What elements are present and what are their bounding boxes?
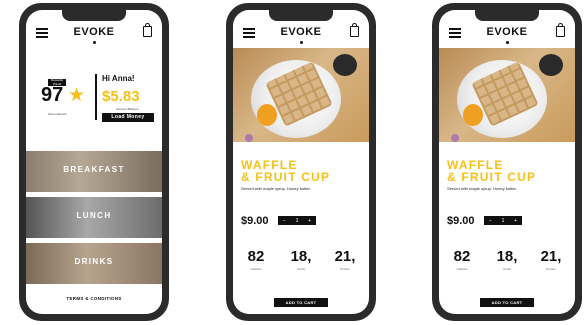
berries (539, 54, 563, 76)
load-money-button[interactable]: Load Money (102, 113, 154, 122)
stat-carbs: 18, Carbs (290, 248, 312, 271)
logo-dot (300, 41, 303, 44)
flower (245, 134, 253, 142)
quantity-stepper[interactable]: − 1 + (278, 216, 316, 225)
qty-minus-button[interactable]: − (489, 218, 492, 224)
phone-product: EVOKE WAFFLE & FRUIT CUP Served with mapl… (226, 3, 376, 321)
shopping-bag-icon[interactable] (350, 23, 359, 37)
app-header: EVOKE (26, 23, 162, 44)
orange-slice (257, 104, 277, 126)
hamburger-menu-icon[interactable] (449, 28, 461, 38)
qty-minus-button[interactable]: − (283, 218, 286, 224)
stat-carbs: 18, Carbs (496, 248, 518, 271)
hamburger-menu-icon[interactable] (243, 28, 255, 38)
shopping-bag-icon[interactable] (556, 23, 565, 37)
category-lunch[interactable]: LUNCH (26, 197, 162, 238)
product-title: WAFFLE & FRUIT CUP (447, 158, 537, 184)
flower (451, 134, 459, 142)
category-label: DRINKS (74, 257, 114, 266)
stat-protein: 21, Protein (334, 248, 356, 271)
add-to-cart-button[interactable]: ADD TO CART (480, 298, 534, 307)
orange-slice (463, 104, 483, 126)
score-label: Score Earned (48, 112, 67, 116)
notch (475, 10, 539, 21)
qty-plus-button[interactable]: + (308, 218, 311, 224)
notch (269, 10, 333, 21)
product-screen: EVOKE WAFFLE & FRUIT CUP Served with mapl… (233, 10, 369, 314)
qty-plus-button[interactable]: + (514, 218, 517, 224)
stat-calories: 82 Calories (247, 248, 265, 271)
product-photo (233, 48, 369, 142)
phone-home: EVOKE Rewards Points 97 ★ Score Earned H… (19, 3, 169, 321)
product-description: Served with maple syrup. Honey butter. (447, 186, 517, 191)
qty-value: 1 (501, 217, 505, 224)
brand-logo: EVOKE (280, 26, 322, 38)
qty-value: 1 (295, 217, 299, 224)
product-description: Served with maple syrup. Honey butter. (241, 186, 311, 191)
brand-logo: EVOKE (73, 26, 115, 38)
product-price: $9.00 (447, 215, 475, 227)
quantity-stepper[interactable]: − 1 + (484, 216, 522, 225)
berries (333, 54, 357, 76)
account-balance: $5.83 (102, 88, 140, 105)
stat-calories: 82 Calories (453, 248, 471, 271)
balance-label: Account Balance (116, 107, 139, 111)
terms-link[interactable]: TERMS & CONDITIONS (26, 296, 162, 301)
category-breakfast[interactable]: BREAKFAST (26, 151, 162, 192)
app-header: EVOKE (233, 23, 369, 44)
greeting: Hi Anna! (102, 74, 135, 83)
app-header: EVOKE (439, 23, 575, 44)
phone-product-2: EVOKE WAFFLE & FRUIT CUP Served with mapl… (432, 3, 582, 321)
logo-dot (506, 41, 509, 44)
category-drinks[interactable]: DRINKS (26, 243, 162, 284)
stat-protein: 21, Protein (540, 248, 562, 271)
notch (62, 10, 126, 21)
category-label: LUNCH (76, 211, 112, 220)
brand-logo: EVOKE (486, 26, 528, 38)
add-to-cart-button[interactable]: ADD TO CART (274, 298, 328, 307)
product-photo (439, 48, 575, 142)
product-price: $9.00 (241, 215, 269, 227)
product-title: WAFFLE & FRUIT CUP (241, 158, 331, 184)
hamburger-menu-icon[interactable] (36, 28, 48, 38)
logo-dot (93, 41, 96, 44)
star-icon: ★ (68, 85, 86, 106)
shopping-bag-icon[interactable] (143, 23, 152, 37)
category-label: BREAKFAST (63, 165, 125, 174)
score-value: 97 (41, 84, 64, 106)
product-screen: EVOKE WAFFLE & FRUIT CUP Served with mapl… (439, 10, 575, 314)
divider (95, 74, 97, 120)
home-screen: EVOKE Rewards Points 97 ★ Score Earned H… (26, 10, 162, 314)
